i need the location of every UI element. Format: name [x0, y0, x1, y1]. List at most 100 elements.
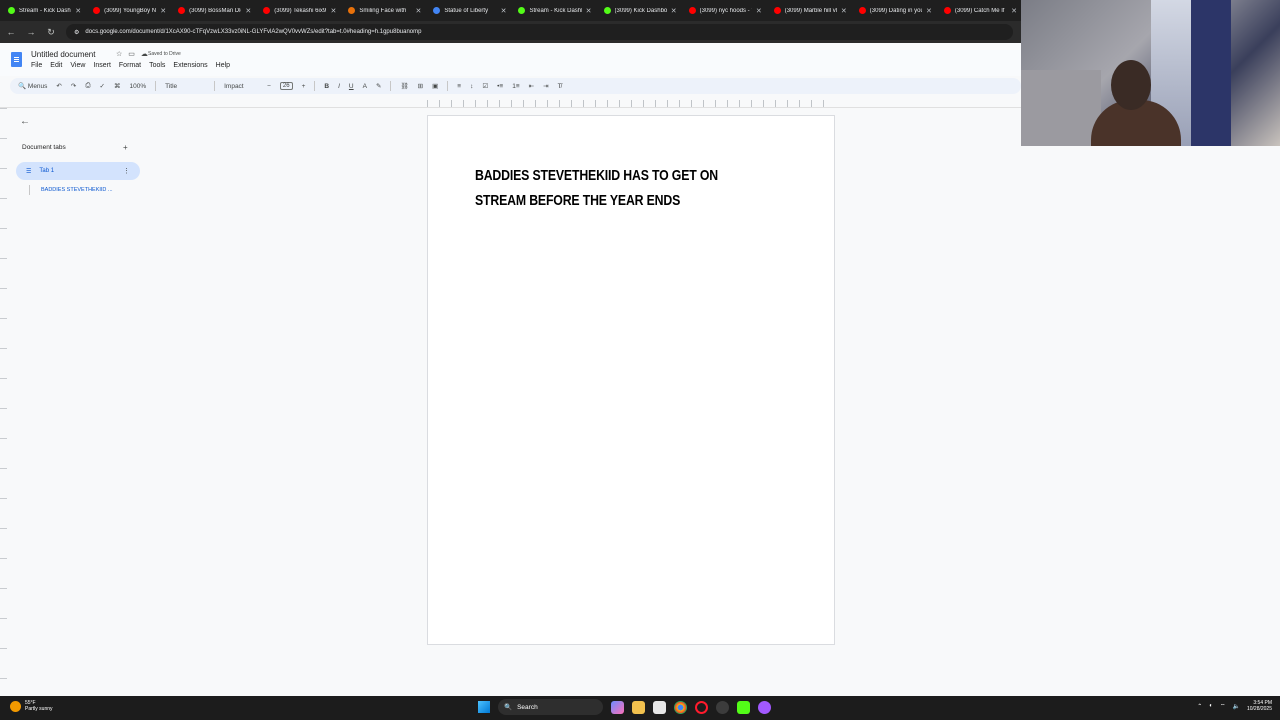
menu-extensions[interactable]: Extensions: [173, 62, 207, 69]
chevron-up-icon[interactable]: ⌃: [1197, 703, 1202, 710]
bulleted-list-icon[interactable]: •≡: [497, 83, 503, 90]
reload-icon[interactable]: ↻: [46, 27, 56, 38]
text-color-button[interactable]: A: [363, 83, 367, 90]
site-settings-icon[interactable]: ⚙: [74, 29, 79, 36]
document-title[interactable]: Untitled document: [31, 50, 95, 59]
comment-icon[interactable]: ⊞: [418, 82, 423, 90]
menu-help[interactable]: Help: [216, 62, 230, 69]
document-page[interactable]: BADDIES STEVETHEKIID HAS TO GET ON STREA…: [427, 115, 835, 645]
increase-font-icon[interactable]: +: [302, 83, 306, 90]
opera-icon[interactable]: [695, 700, 708, 714]
document-heading[interactable]: BADDIES STEVETHEKIID HAS TO GET ON STREA…: [475, 163, 721, 213]
close-tab-icon[interactable]: ✕: [671, 7, 677, 15]
close-tab-icon[interactable]: ✕: [841, 7, 847, 15]
menu-file[interactable]: File: [31, 62, 42, 69]
decrease-indent-icon[interactable]: ⇤: [529, 82, 534, 90]
browser-tab[interactable]: Stream - Kick Dashbo ✕: [0, 0, 85, 21]
browser-tab[interactable]: Smiling Face with ✕: [340, 0, 425, 21]
menu-tools[interactable]: Tools: [149, 62, 165, 69]
browser-tab[interactable]: (3099) Kick Dashbo ✕: [596, 0, 681, 21]
more-options-icon[interactable]: ⋮: [123, 167, 130, 175]
search-icon: 🔍: [504, 704, 513, 711]
menu-view[interactable]: View: [70, 62, 85, 69]
browser-tab[interactable]: Statue of Liberty ✕: [425, 0, 510, 21]
spellcheck-icon[interactable]: ✓: [100, 82, 105, 90]
checklist-icon[interactable]: ☑: [482, 82, 488, 90]
discord-icon[interactable]: [758, 700, 771, 714]
browser-tab[interactable]: (3099) Tekashi 6ix9ine✕: [255, 0, 340, 21]
link-icon[interactable]: ⛓: [400, 82, 408, 90]
close-tab-icon[interactable]: ✕: [756, 7, 762, 15]
bold-button[interactable]: B: [324, 83, 329, 90]
volume-icon[interactable]: 🔈: [1232, 703, 1239, 710]
url-field[interactable]: ⚙ docs.google.com/document/d/1XcAX90-cTF…: [66, 24, 1013, 40]
close-tab-icon[interactable]: ✕: [160, 7, 166, 15]
webcam-person-head: [1111, 60, 1151, 110]
zoom-select[interactable]: 100%: [129, 83, 146, 90]
star-icon[interactable]: ☆: [116, 50, 122, 58]
image-icon[interactable]: ▣: [432, 82, 438, 90]
divider: [155, 81, 157, 91]
align-icon[interactable]: ≡: [457, 83, 461, 90]
browser-tab[interactable]: (3099) nyc hoods - Yo ✕: [681, 0, 766, 21]
outline-heading-item[interactable]: BADDIES STEVETHEKIID ...: [29, 185, 129, 195]
close-tab-icon[interactable]: ✕: [75, 7, 81, 15]
forward-icon[interactable]: →: [26, 27, 36, 37]
kick-icon[interactable]: [737, 700, 750, 714]
back-arrow-icon[interactable]: ←: [20, 116, 30, 127]
close-tab-icon[interactable]: ✕: [501, 7, 507, 15]
menu-edit[interactable]: Edit: [50, 62, 62, 69]
tab-favicon-icon: [348, 7, 356, 14]
browser-tab[interactable]: Stream - Kick Dashbo ✕: [510, 0, 595, 21]
style-select[interactable]: Title: [165, 83, 205, 90]
add-tab-icon[interactable]: +: [123, 143, 128, 152]
menu-insert[interactable]: Insert: [93, 62, 111, 69]
redo-icon[interactable]: ↷: [71, 82, 76, 90]
tab-1[interactable]: ☰ Tab 1 ⋮: [16, 162, 140, 180]
back-icon[interactable]: ←: [6, 27, 16, 37]
copilot-icon[interactable]: [611, 700, 624, 714]
taskbar-search[interactable]: 🔍 Search: [498, 699, 603, 715]
browser-tab[interactable]: (3099) Catch Me If ✕: [936, 0, 1021, 21]
browser-tab[interactable]: (3099) Dating in your ✕: [851, 0, 936, 21]
wifi-icon[interactable]: ⌔: [1220, 702, 1226, 710]
close-tab-icon[interactable]: ✕: [330, 7, 336, 15]
close-tab-icon[interactable]: ✕: [416, 7, 422, 15]
browser-tab[interactable]: (3099) Marble hill vlo ✕: [766, 0, 851, 21]
browser-tab[interactable]: (3099) YoungBoy Nev✕: [85, 0, 170, 21]
close-tab-icon[interactable]: ✕: [1011, 7, 1017, 15]
close-tab-icon[interactable]: ✕: [926, 7, 932, 15]
clock[interactable]: 3:54 PM 10/28/2025: [1247, 700, 1272, 712]
network-icon[interactable]: ◐: [1209, 703, 1213, 709]
underline-button[interactable]: U: [349, 83, 354, 90]
decrease-font-icon[interactable]: −: [267, 83, 271, 90]
print-icon[interactable]: ⎙: [85, 82, 90, 90]
move-icon[interactable]: ▭: [128, 50, 135, 58]
font-select[interactable]: Impact: [224, 83, 258, 90]
weather-widget[interactable]: 55°F Partly sunny: [10, 700, 53, 712]
chrome-icon[interactable]: [674, 700, 687, 714]
browser-tab[interactable]: (3099) BossMan Dlow ✕: [170, 0, 255, 21]
docs-logo-icon[interactable]: [11, 52, 22, 67]
clear-formatting-icon[interactable]: T̸: [558, 83, 562, 90]
highlight-icon[interactable]: ✎: [376, 82, 381, 90]
windows-start-icon[interactable]: [478, 701, 490, 713]
undo-icon[interactable]: ↶: [56, 82, 61, 90]
divider: [390, 81, 392, 91]
italic-button[interactable]: I: [338, 83, 340, 90]
search-menus-button[interactable]: 🔍 Menus: [18, 82, 47, 90]
increase-indent-icon[interactable]: ⇥: [543, 82, 548, 90]
line-spacing-icon[interactable]: ↕: [470, 83, 473, 90]
menu-format[interactable]: Format: [119, 62, 141, 69]
obs-icon[interactable]: [716, 700, 729, 714]
cloud-icon[interactable]: ☁: [141, 50, 148, 58]
horizontal-ruler[interactable]: [427, 100, 834, 107]
numbered-list-icon[interactable]: 1≡: [512, 83, 519, 90]
paint-format-icon[interactable]: ⌘: [114, 82, 121, 90]
close-tab-icon[interactable]: ✕: [245, 7, 251, 15]
file-explorer-icon[interactable]: [632, 700, 645, 714]
font-size-input[interactable]: 26: [279, 82, 293, 90]
close-tab-icon[interactable]: ✕: [586, 7, 592, 15]
store-icon[interactable]: [653, 700, 666, 714]
url-text: docs.google.com/document/d/1XcAX90-cTFqV…: [85, 29, 422, 35]
